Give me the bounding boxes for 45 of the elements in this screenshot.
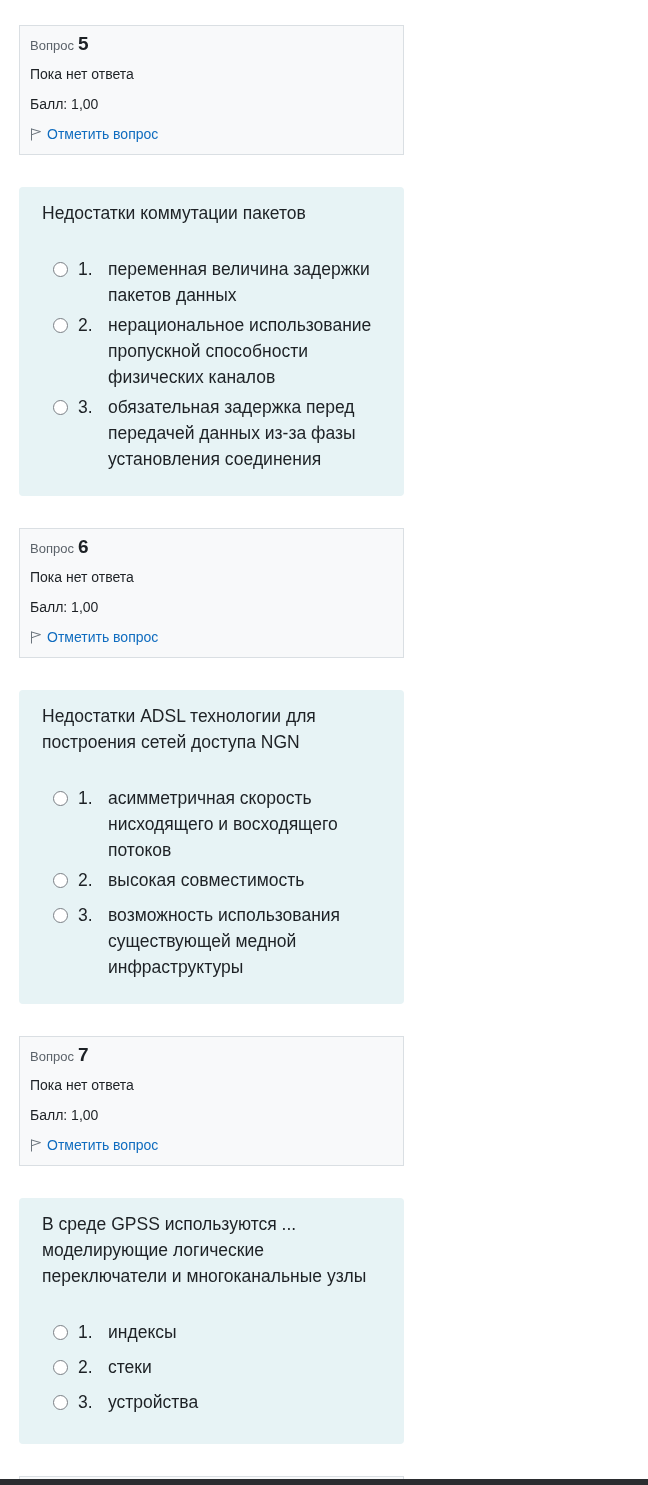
option-number: 1. — [78, 787, 94, 810]
option-number: 2. — [78, 314, 94, 337]
radio-button[interactable] — [53, 1325, 68, 1340]
radio-button[interactable] — [53, 873, 68, 888]
score-text: Балл: 1,00 — [30, 598, 99, 617]
flag-icon — [30, 630, 41, 644]
flag-question-link[interactable]: Отметить вопрос — [30, 627, 159, 647]
option-number: 2. — [78, 869, 94, 892]
question-number: 5 — [77, 32, 89, 56]
radio-button[interactable] — [53, 791, 68, 806]
option-text[interactable]: возможность использования существующей медной инфраструктуры — [108, 902, 379, 980]
option-text[interactable]: устройства — [108, 1389, 379, 1415]
question-label: Вопрос — [30, 540, 74, 558]
question-number: 7 — [77, 1043, 89, 1067]
radio-button[interactable] — [53, 908, 68, 923]
flag-icon — [30, 127, 41, 141]
option-number: 3. — [78, 904, 94, 927]
radio-button[interactable] — [53, 318, 68, 333]
question-label: Вопрос — [30, 37, 74, 55]
option-number: 3. — [78, 1391, 94, 1414]
radio-button[interactable] — [53, 400, 68, 415]
option-text[interactable]: стеки — [108, 1354, 379, 1380]
radio-button[interactable] — [53, 262, 68, 277]
score-text: Балл: 1,00 — [30, 1106, 99, 1125]
option-number: 1. — [78, 258, 94, 281]
flag-question-link[interactable]: Отметить вопрос — [30, 1135, 159, 1155]
radio-button[interactable] — [53, 1395, 68, 1410]
answer-status: Пока нет ответа — [30, 65, 134, 84]
question-text: В среде GPSS используются ... моделирующие логические переключатели и многоканальные узлы — [42, 1213, 368, 1288]
answer-status: Пока нет ответа — [30, 568, 134, 587]
option-number: 2. — [78, 1356, 94, 1379]
question-label: Вопрос — [30, 1048, 74, 1066]
flag-icon — [30, 1138, 41, 1152]
option-text[interactable]: обязательная задержка перед передачей данных из-за фазы установления соединения — [108, 394, 379, 472]
question-number: 6 — [77, 535, 89, 559]
flag-question-link[interactable]: Отметить вопрос — [30, 124, 159, 144]
question-text: Недостатки ADSL технологии для построения сетей доступа NGN — [42, 705, 317, 754]
score-text: Балл: 1,00 — [30, 95, 99, 114]
answer-status: Пока нет ответа — [30, 1076, 134, 1095]
option-number: 1. — [78, 1321, 94, 1344]
option-number: 3. — [78, 396, 94, 419]
question-text: Недостатки коммутации пакетов — [42, 202, 307, 225]
option-text[interactable]: индексы — [108, 1319, 379, 1345]
radio-button[interactable] — [53, 1360, 68, 1375]
option-text[interactable]: высокая совместимость — [108, 867, 379, 893]
